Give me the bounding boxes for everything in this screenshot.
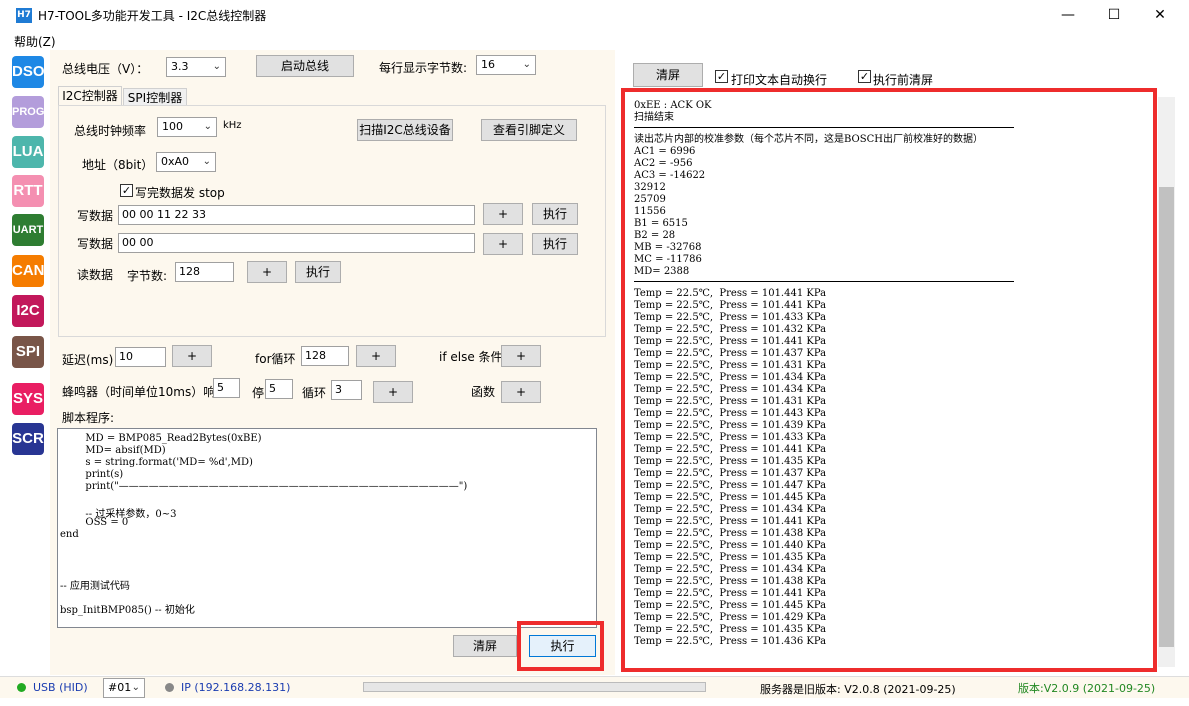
beep-label: 蜂鸣器（时间单位10ms）响 [62,385,216,399]
beep-plus-button[interactable]: + [373,381,413,403]
code-line: end [60,529,79,540]
server-version: 服务器是旧版本: V2.0.8 (2021-09-25) [760,683,956,696]
sidebar-item-prog[interactable]: PROG [12,96,44,128]
minimize-button[interactable]: — [1045,0,1091,30]
sidebar-item-dso[interactable]: DSO [12,56,45,88]
stop-label: 写完数据发 stop [135,186,225,200]
write2-label: 写数据 [77,237,114,251]
ip-status: IP (192.168.28.131) [181,681,291,694]
scan-i2c-button[interactable]: 扫描I2C总线设备 [357,119,453,141]
code-line: s = string.format('MD= %d',MD) [60,457,253,468]
code-line: -- 应用测试代码 [60,581,130,592]
progress-bar [363,682,706,692]
voltage-label: 总线电压（V）： [62,62,149,76]
start-bus-button[interactable]: 启动总线 [256,55,354,77]
sidebar-item-i2c[interactable]: I2C [12,295,44,327]
code-line: MD = BMP085_Read2Bytes(0xBE) [60,433,262,444]
write1-plus-button[interactable]: + [483,203,523,225]
voltage-select[interactable]: 3.3 ⌄ [166,57,226,77]
wrap-label: 打印文本自动换行 [731,73,828,87]
clock-label: 总线时钟频率 [74,124,147,138]
sidebar-item-sys[interactable]: SYS [12,383,44,415]
beep-stop-input[interactable]: 5 [265,379,293,399]
code-line: OSS = 0 [60,517,129,528]
for-plus-button[interactable]: + [356,345,396,367]
menu-bar [0,30,1189,50]
bytes-per-line-label: 每行显示字节数: [379,61,468,75]
output-scrollbar[interactable] [1158,97,1175,667]
code-line: -- 连续采3, 连读解析 [60,625,153,627]
scrollbar-thumb[interactable] [1159,187,1174,647]
write2-input[interactable]: 00 00 [118,233,475,253]
sidebar-item-spi[interactable]: SPI [12,336,44,368]
code-line: print("—————————————————————————————————… [60,481,468,492]
output-clear-button[interactable]: 清屏 [633,63,703,87]
write1-exec-button[interactable]: 执行 [532,203,578,225]
write2-plus-button[interactable]: + [483,233,523,255]
chevron-down-icon: ⌄ [522,59,531,70]
function-label: 函数 [471,385,496,399]
ifelse-plus-button[interactable]: + [501,345,541,367]
device-select[interactable]: #01 ⌄ [103,678,145,698]
chevron-down-icon: ⌄ [212,61,221,72]
close-button[interactable]: ✕ [1137,0,1183,30]
usb-status-dot [17,683,26,692]
app-version: 版本:V2.0.9 (2021-09-25) [1018,682,1156,695]
delay-label: 延迟(ms) [62,353,114,367]
chevron-down-icon: ⌄ [203,121,212,132]
bytes-input[interactable]: 128 [175,262,234,282]
address-label: 地址（8bit） [82,158,154,172]
stop-checkbox[interactable]: ✓ [120,184,133,197]
preclear-label: 执行前清屏 [873,73,934,87]
read-label: 读数据 [77,268,114,282]
clock-select[interactable]: 100 ⌄ [157,117,217,137]
for-loop-input[interactable]: 128 [301,346,349,366]
ip-status-dot [165,683,174,692]
read-plus-button[interactable]: + [247,261,287,283]
app-icon: H7 [16,8,32,23]
tab-i2c[interactable]: I2C控制器 [58,86,122,106]
script-editor[interactable]: MD = BMP085_Read2Bytes(0xBE) MD= absif(M… [57,428,597,628]
chevron-down-icon: ⌄ [202,156,211,167]
maximize-button[interactable]: ☐ [1091,0,1137,30]
wrap-checkbox[interactable]: ✓ [715,70,728,83]
read-exec-button[interactable]: 执行 [295,261,341,283]
code-line: print(s) [60,469,124,480]
window-title: H7-TOOL多功能开发工具 - I2C总线控制器 [38,9,267,23]
sidebar-item-can[interactable]: CAN [12,255,45,287]
pin-definition-button[interactable]: 查看引脚定义 [481,119,577,141]
usb-status: USB (HID) [33,681,88,694]
write1-label: 写数据 [77,209,114,223]
menu-help[interactable]: 帮助(Z) [14,33,56,50]
clock-unit: kHz [223,120,242,131]
output-highlight-box [621,88,1157,672]
preclear-checkbox[interactable]: ✓ [858,70,871,83]
beep-stop-label: 停 [252,386,265,400]
bytes-label: 字节数: [127,269,168,283]
write2-exec-button[interactable]: 执行 [532,233,578,255]
sidebar-item-rtt[interactable]: RTT [12,175,44,207]
for-loop-label: for循环 [255,352,296,366]
ifelse-label: if else 条件 [439,350,503,364]
bytes-per-line-select[interactable]: 16 ⌄ [476,55,536,75]
code-line: bsp_InitBMP085() -- 初始化 [60,605,195,616]
beep-on-input[interactable]: 5 [213,378,240,398]
function-plus-button[interactable]: + [501,381,541,403]
write1-input[interactable]: 00 00 11 22 33 [118,205,475,225]
beep-loop-input[interactable]: 3 [331,380,362,400]
program-label: 脚本程序: [62,411,115,425]
code-line: MD= absif(MD) [60,445,166,456]
delay-plus-button[interactable]: + [172,345,212,367]
sidebar-item-lua[interactable]: LUA [12,136,44,168]
address-select[interactable]: 0xA0 ⌄ [156,152,216,172]
sidebar-item-uart[interactable]: UART [12,214,44,246]
script-run-button[interactable]: 执行 [529,635,596,657]
sidebar-item-scr[interactable]: SCR [12,423,44,455]
chevron-down-icon: ⌄ [131,682,140,693]
script-clear-button[interactable]: 清屏 [453,635,517,657]
beep-loop-label: 循环 [302,386,327,400]
delay-input[interactable]: 10 [115,347,166,367]
